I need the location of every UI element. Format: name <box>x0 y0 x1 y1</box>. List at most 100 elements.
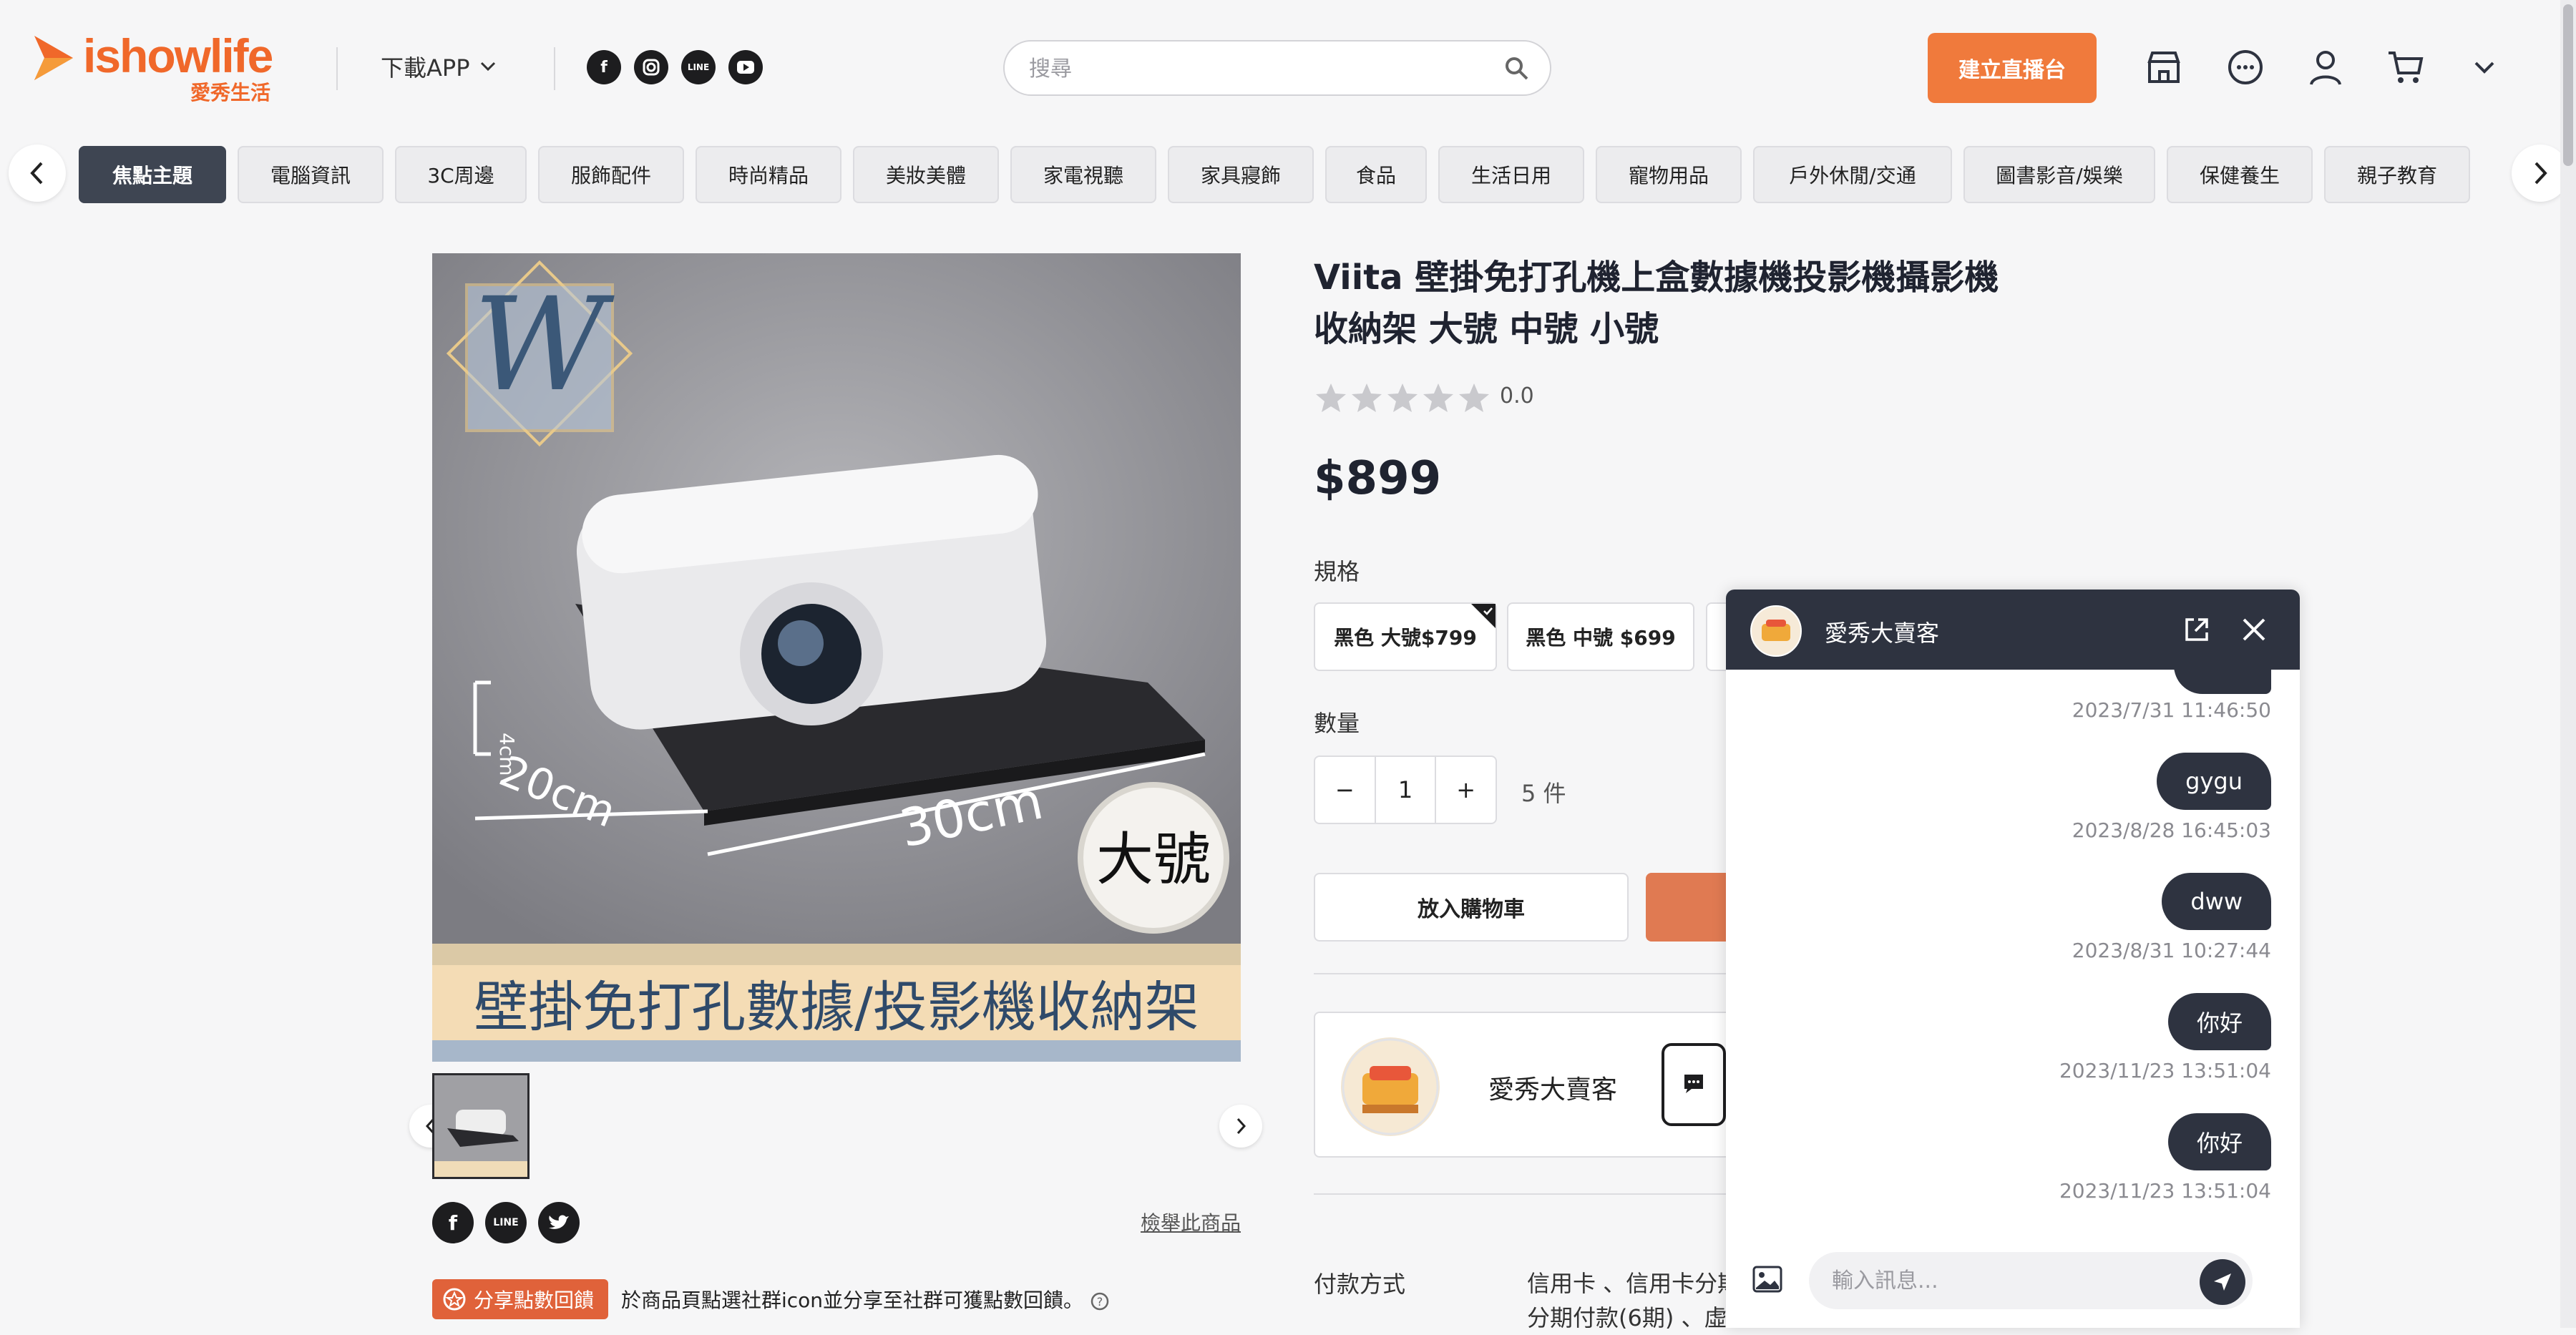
spec-option-label: 黑色 中號 $699 <box>1526 626 1676 650</box>
svg-text:W: W <box>473 270 615 420</box>
buy-now-button[interactable] <box>1646 873 1732 942</box>
chat-icon[interactable] <box>2224 46 2267 89</box>
instagram-icon[interactable] <box>634 50 668 84</box>
payment-methods: 信用卡 、信用卡分期 分期付款(6期) 、虛 <box>1527 1266 1756 1335</box>
share-reward-badge[interactable]: 分享點數回饋 <box>432 1279 609 1319</box>
chat-messages[interactable]: 2023/7/31 11:46:50 gygu 2023/8/28 16:45:… <box>1726 670 2300 1242</box>
category-tab[interactable]: 3C周邊 <box>395 146 527 203</box>
chat-bubble: gygu <box>2157 753 2271 810</box>
chevron-right-icon <box>2534 162 2547 185</box>
chat-input-wrap <box>1809 1252 2253 1309</box>
chevron-right-icon <box>1236 1118 1246 1135</box>
social-links: f LINE <box>587 50 763 84</box>
chat-bubble: dww <box>2162 873 2271 930</box>
category-tabs: 焦點主題 電腦資訊 3C周邊 服飾配件 時尚精品 美妝美體 家電視聽 家具寢飾 … <box>79 146 2470 203</box>
chat-header: 愛秀大賣客 <box>1726 590 2300 670</box>
stock-count: 5 件 <box>1521 780 1566 807</box>
chevron-left-icon <box>30 162 43 185</box>
create-live-button[interactable]: 建立直播台 <box>1928 33 2097 103</box>
seller-chat-button[interactable] <box>1662 1043 1726 1126</box>
category-tab[interactable]: 戶外休閒/交通 <box>1753 146 1952 203</box>
product-thumbnail[interactable] <box>432 1073 530 1179</box>
chat-message-input[interactable] <box>1830 1263 2174 1298</box>
store-icon[interactable] <box>2142 46 2185 89</box>
thumb-next-button[interactable] <box>1219 1105 1262 1148</box>
spec-label: 規格 <box>1314 558 1360 585</box>
seller-name[interactable]: 愛秀大賣客 <box>1488 1069 1617 1106</box>
search-bar <box>1003 40 1551 96</box>
chat-title: 愛秀大賣客 <box>1825 620 1940 647</box>
qty-increase-button[interactable]: + <box>1436 757 1496 823</box>
category-tab[interactable]: 親子教育 <box>2324 146 2470 203</box>
category-tab[interactable]: 生活日用 <box>1438 146 1584 203</box>
category-tab[interactable]: 美妝美體 <box>853 146 999 203</box>
category-prev-button[interactable] <box>9 145 66 202</box>
site-logo[interactable]: ishowlife 愛秀生活 <box>31 29 303 107</box>
category-tab[interactable]: 食品 <box>1325 146 1427 203</box>
chat-timestamp: 2023/11/23 13:51:04 <box>2059 1059 2271 1082</box>
share-reward-label: 分享點數回饋 <box>474 1288 595 1312</box>
qty-decrease-button[interactable]: − <box>1315 757 1375 823</box>
brand-subtitle: 愛秀生活 <box>190 81 271 104</box>
divider <box>554 47 555 90</box>
twitter-icon[interactable] <box>538 1202 580 1243</box>
send-icon <box>2214 1273 2231 1291</box>
category-tab[interactable]: 保健養生 <box>2167 146 2313 203</box>
chat-bubble <box>2174 670 2271 694</box>
share-links: f LINE <box>432 1202 580 1243</box>
chat-avatar <box>1750 605 1802 657</box>
facebook-icon[interactable]: f <box>587 50 621 84</box>
line-icon[interactable]: LINE <box>485 1202 527 1243</box>
category-tab[interactable]: 電腦資訊 <box>238 146 384 203</box>
open-external-icon[interactable] <box>2181 614 2212 645</box>
category-tab[interactable]: 圖書影音/娛樂 <box>1963 146 2155 203</box>
spec-option-selected[interactable]: 黑色 大號$799 <box>1314 602 1497 671</box>
youtube-icon[interactable] <box>728 50 763 84</box>
qty-input[interactable]: 1 <box>1374 757 1437 823</box>
facebook-icon[interactable]: f <box>432 1202 474 1243</box>
image-upload-icon[interactable] <box>1752 1265 1783 1294</box>
category-tab[interactable]: 家電視聽 <box>1010 146 1156 203</box>
divider <box>1314 1193 1743 1195</box>
download-app-dropdown[interactable]: 下載APP <box>381 50 496 83</box>
category-tab[interactable]: 寵物用品 <box>1596 146 1742 203</box>
chevron-down-icon <box>480 62 495 72</box>
quantity-stepper: − 1 + <box>1314 755 1497 824</box>
category-tab[interactable]: 焦點主題 <box>79 146 226 203</box>
category-tab[interactable]: 家具寢飾 <box>1168 146 1314 203</box>
scrollbar-thumb[interactable] <box>2563 4 2573 166</box>
rating-stars <box>1314 381 1514 416</box>
line-icon[interactable]: LINE <box>681 50 716 84</box>
category-tab[interactable]: 服飾配件 <box>538 146 684 203</box>
divider <box>336 47 338 90</box>
chat-timestamp: 2023/11/23 13:51:04 <box>2059 1179 2271 1203</box>
seller-avatar[interactable] <box>1341 1037 1440 1136</box>
chevron-down-icon[interactable] <box>2463 46 2506 89</box>
share-reward-text: 於商品頁點選社群icon並分享至社群可獲點數回饋。 ? <box>621 1285 1110 1314</box>
report-product-link[interactable]: 檢舉此商品 <box>1141 1208 1241 1236</box>
page-scrollbar[interactable] <box>2560 0 2576 1328</box>
add-to-cart-button[interactable]: 放入購物車 <box>1314 873 1629 942</box>
selected-check-icon <box>1471 604 1496 628</box>
rating-value: 0.0 <box>1500 383 1534 409</box>
category-tab[interactable]: 時尚精品 <box>696 146 841 203</box>
user-icon[interactable] <box>2304 46 2347 89</box>
product-title: Viita 壁掛免打孔機上盒數據機投影機攝影機收納架 大號 中號 小號 <box>1314 258 1999 349</box>
divider <box>1314 973 1743 974</box>
send-button[interactable] <box>2200 1259 2245 1305</box>
payment-method-line: 分期付款(6期) 、虛 <box>1527 1304 1727 1331</box>
chat-bubble: 你好 <box>2167 1113 2271 1170</box>
spec-option-label: 黑色 大號$799 <box>1334 626 1477 650</box>
chat-bubble: 你好 <box>2167 993 2271 1050</box>
image-caption: 壁掛免打孔數據/投影機收納架 <box>474 975 1199 1039</box>
search-input[interactable] <box>1028 52 1485 86</box>
help-icon[interactable]: ? <box>1090 1291 1110 1311</box>
chat-timestamp: 2023/8/31 10:27:44 <box>2072 939 2271 962</box>
brand-name: ishowlife <box>83 29 273 82</box>
search-icon[interactable] <box>1503 54 1531 83</box>
close-icon[interactable] <box>2238 614 2270 645</box>
share-reward-desc: 於商品頁點選社群icon並分享至社群可獲點數回饋。 <box>621 1288 1084 1312</box>
cart-icon[interactable] <box>2384 46 2427 89</box>
product-main-image[interactable]: W 4cm 20cm 30cm 大號 壁掛免打孔數據/投影機收納架 <box>432 253 1241 1062</box>
spec-option[interactable]: 黑色 中號 $699 <box>1507 602 1694 671</box>
